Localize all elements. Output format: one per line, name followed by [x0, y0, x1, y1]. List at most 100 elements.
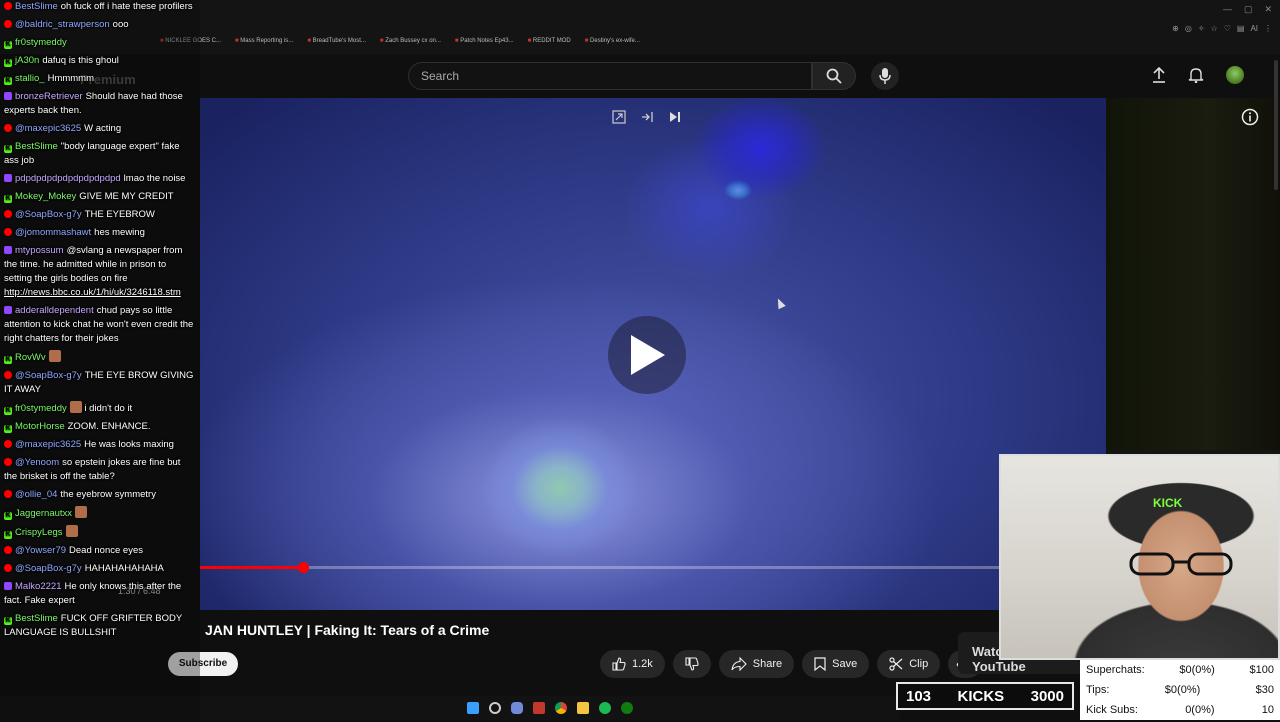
chat-username[interactable]: fr0stymeddy — [15, 403, 67, 414]
chat-message: @Yenoom so epstein jokes are fine but the… — [4, 456, 196, 484]
bookmark-item[interactable]: BreadTube's Most... — [307, 38, 366, 52]
clip-button[interactable]: Clip — [877, 650, 941, 678]
stat-value: 0(0%) — [1185, 704, 1215, 716]
info-icon[interactable] — [1241, 108, 1259, 126]
chat-username[interactable]: fr0stymeddy — [15, 37, 67, 48]
kick-platform-icon: K — [4, 617, 12, 625]
bookmark-item[interactable]: REDDIT MOD — [528, 38, 571, 52]
chat-username[interactable]: CrispyLegs — [15, 527, 63, 538]
glasses-shape — [1129, 552, 1233, 576]
share-label: Share — [752, 658, 783, 670]
save-button[interactable]: Save — [802, 650, 870, 678]
kicks-label: KICKS — [957, 687, 1005, 705]
chat-username[interactable]: @maxepic3625 — [15, 123, 81, 134]
search-button[interactable] — [812, 62, 856, 90]
like-button[interactable]: 1.2k — [600, 650, 665, 678]
translate-icon: ◎ — [1184, 24, 1192, 33]
upload-icon[interactable] — [1152, 67, 1166, 83]
microphone-icon — [879, 68, 891, 84]
chat-text: He was looks maxing — [84, 439, 174, 450]
progress-scrubber[interactable] — [298, 562, 309, 573]
spotify-icon[interactable] — [599, 702, 611, 714]
chat-username[interactable]: @SoapBox-g7y — [15, 370, 82, 381]
yt-platform-icon — [4, 564, 12, 572]
chat-username[interactable]: @baldric_strawperson — [15, 19, 110, 30]
chat-message: @maxepic3625 He was looks maxing — [4, 438, 196, 452]
chat-username[interactable]: bronzeRetriever — [15, 91, 83, 102]
bookmark-item[interactable]: Zach Bussey cx on... — [380, 38, 441, 52]
kicks-goal: 3000 — [1030, 687, 1064, 705]
kick-platform-icon: K — [4, 356, 12, 364]
chat-username[interactable]: BestSlime — [15, 141, 58, 152]
chat-username[interactable]: @SoapBox-g7y — [15, 563, 82, 574]
voice-search-button[interactable] — [871, 62, 899, 90]
chat-message: pdpdpdpdpdpdpdpdpdpd lmao the noise — [4, 172, 196, 186]
bookmark-item[interactable]: Destiny's ex-wife... — [585, 38, 640, 52]
chat-username[interactable]: @Yowser79 — [15, 545, 66, 556]
cap-logo-text: KICK — [1153, 496, 1183, 510]
chat-message: K Jaggernautxx — [4, 506, 196, 521]
progress-bar[interactable] — [200, 566, 1000, 569]
chat-username[interactable]: mtypossum — [15, 245, 64, 256]
chat-username[interactable]: BestSlime — [15, 1, 58, 12]
webcam-feed: KICK — [999, 454, 1280, 660]
stat-goal: $30 — [1255, 684, 1274, 696]
bookmark-item[interactable]: Mass Reporting is... — [235, 38, 293, 52]
kick-platform-icon: K — [4, 531, 12, 539]
share-button[interactable]: Share — [718, 650, 795, 678]
chat-message: @maxepic3625 W acting — [4, 122, 196, 136]
chat-username[interactable]: Mokey_Mokey — [15, 191, 76, 202]
windows-start-icon[interactable] — [467, 702, 479, 714]
chat-username[interactable]: BestSlime — [15, 613, 58, 624]
avatar[interactable] — [1226, 66, 1244, 84]
yt-platform-icon — [4, 210, 12, 218]
twitch-platform-icon — [4, 306, 12, 314]
chat-username[interactable]: Malko2221 — [15, 581, 61, 592]
chat-username[interactable]: @Yenoom — [15, 457, 59, 468]
chat-message: K Mokey_Mokey GIVE ME MY CREDIT — [4, 190, 196, 204]
chat-username[interactable]: adderalldependent — [15, 305, 94, 316]
page-scrollbar[interactable] — [1274, 60, 1278, 190]
xbox-icon[interactable] — [621, 702, 633, 714]
browser-toolbar-icons[interactable]: ⊕ ◎ ✧ ☆ ♡ ▤ AI ⋮ — [1172, 24, 1272, 33]
chat-text: dafuq is this ghoul — [42, 55, 119, 66]
chat-username[interactable]: @jomommashawt — [15, 227, 91, 238]
app-red-icon[interactable] — [533, 702, 545, 714]
chat-message: adderalldependent chud pays so little att… — [4, 304, 196, 346]
maximize-icon[interactable]: ▢ — [1244, 4, 1253, 15]
chat-username[interactable]: RovWv — [15, 352, 46, 363]
close-icon[interactable]: ✕ — [1264, 4, 1272, 15]
theater-icon[interactable] — [640, 110, 654, 124]
search-taskbar-icon[interactable] — [489, 702, 501, 714]
chat-message: K BestSlime FUCK OFF GRIFTER BODY LANGUAGE… — [4, 612, 196, 640]
twitch-platform-icon — [4, 92, 12, 100]
chat-username[interactable]: jA30n — [15, 55, 39, 66]
chat-username[interactable]: @ollie_04 — [15, 489, 57, 500]
chat-username[interactable]: @SoapBox-g7y — [15, 209, 82, 220]
discord-icon[interactable] — [511, 702, 523, 714]
heart-icon: ♡ — [1223, 24, 1231, 33]
twitch-platform-icon — [4, 174, 12, 182]
search-icon — [826, 68, 842, 84]
chat-username[interactable]: Jaggernautxx — [15, 508, 72, 519]
folder-icon[interactable] — [577, 702, 589, 714]
chat-link[interactable]: http://news.bbc.co.uk/1/hi/uk/3246118.st… — [4, 287, 181, 298]
chat-username[interactable]: MotorHorse — [15, 421, 65, 432]
stat-goal: $100 — [1249, 664, 1274, 676]
next-icon[interactable] — [668, 110, 682, 124]
sidebar-icon: ▤ — [1236, 24, 1245, 33]
minimize-icon[interactable]: — — [1223, 4, 1232, 15]
bookmark-item[interactable]: Patch Notes Ep43... — [455, 38, 513, 52]
chrome-icon[interactable] — [555, 702, 567, 714]
chat-text: GIVE ME MY CREDIT — [79, 191, 174, 202]
notifications-bell-icon[interactable] — [1188, 67, 1204, 83]
play-button[interactable] — [608, 316, 686, 394]
zoom-icon: ⊕ — [1172, 24, 1179, 33]
search-input[interactable]: Search — [408, 62, 812, 90]
chat-username[interactable]: @maxepic3625 — [15, 439, 81, 450]
chat-username[interactable]: pdpdpdpdpdpdpdpdpdpd — [15, 173, 121, 184]
window-controls[interactable]: — ▢ ✕ — [1223, 4, 1272, 15]
chat-username[interactable]: stallio_ — [15, 73, 45, 84]
dislike-button[interactable] — [672, 650, 711, 678]
miniplayer-icon[interactable] — [612, 110, 626, 124]
